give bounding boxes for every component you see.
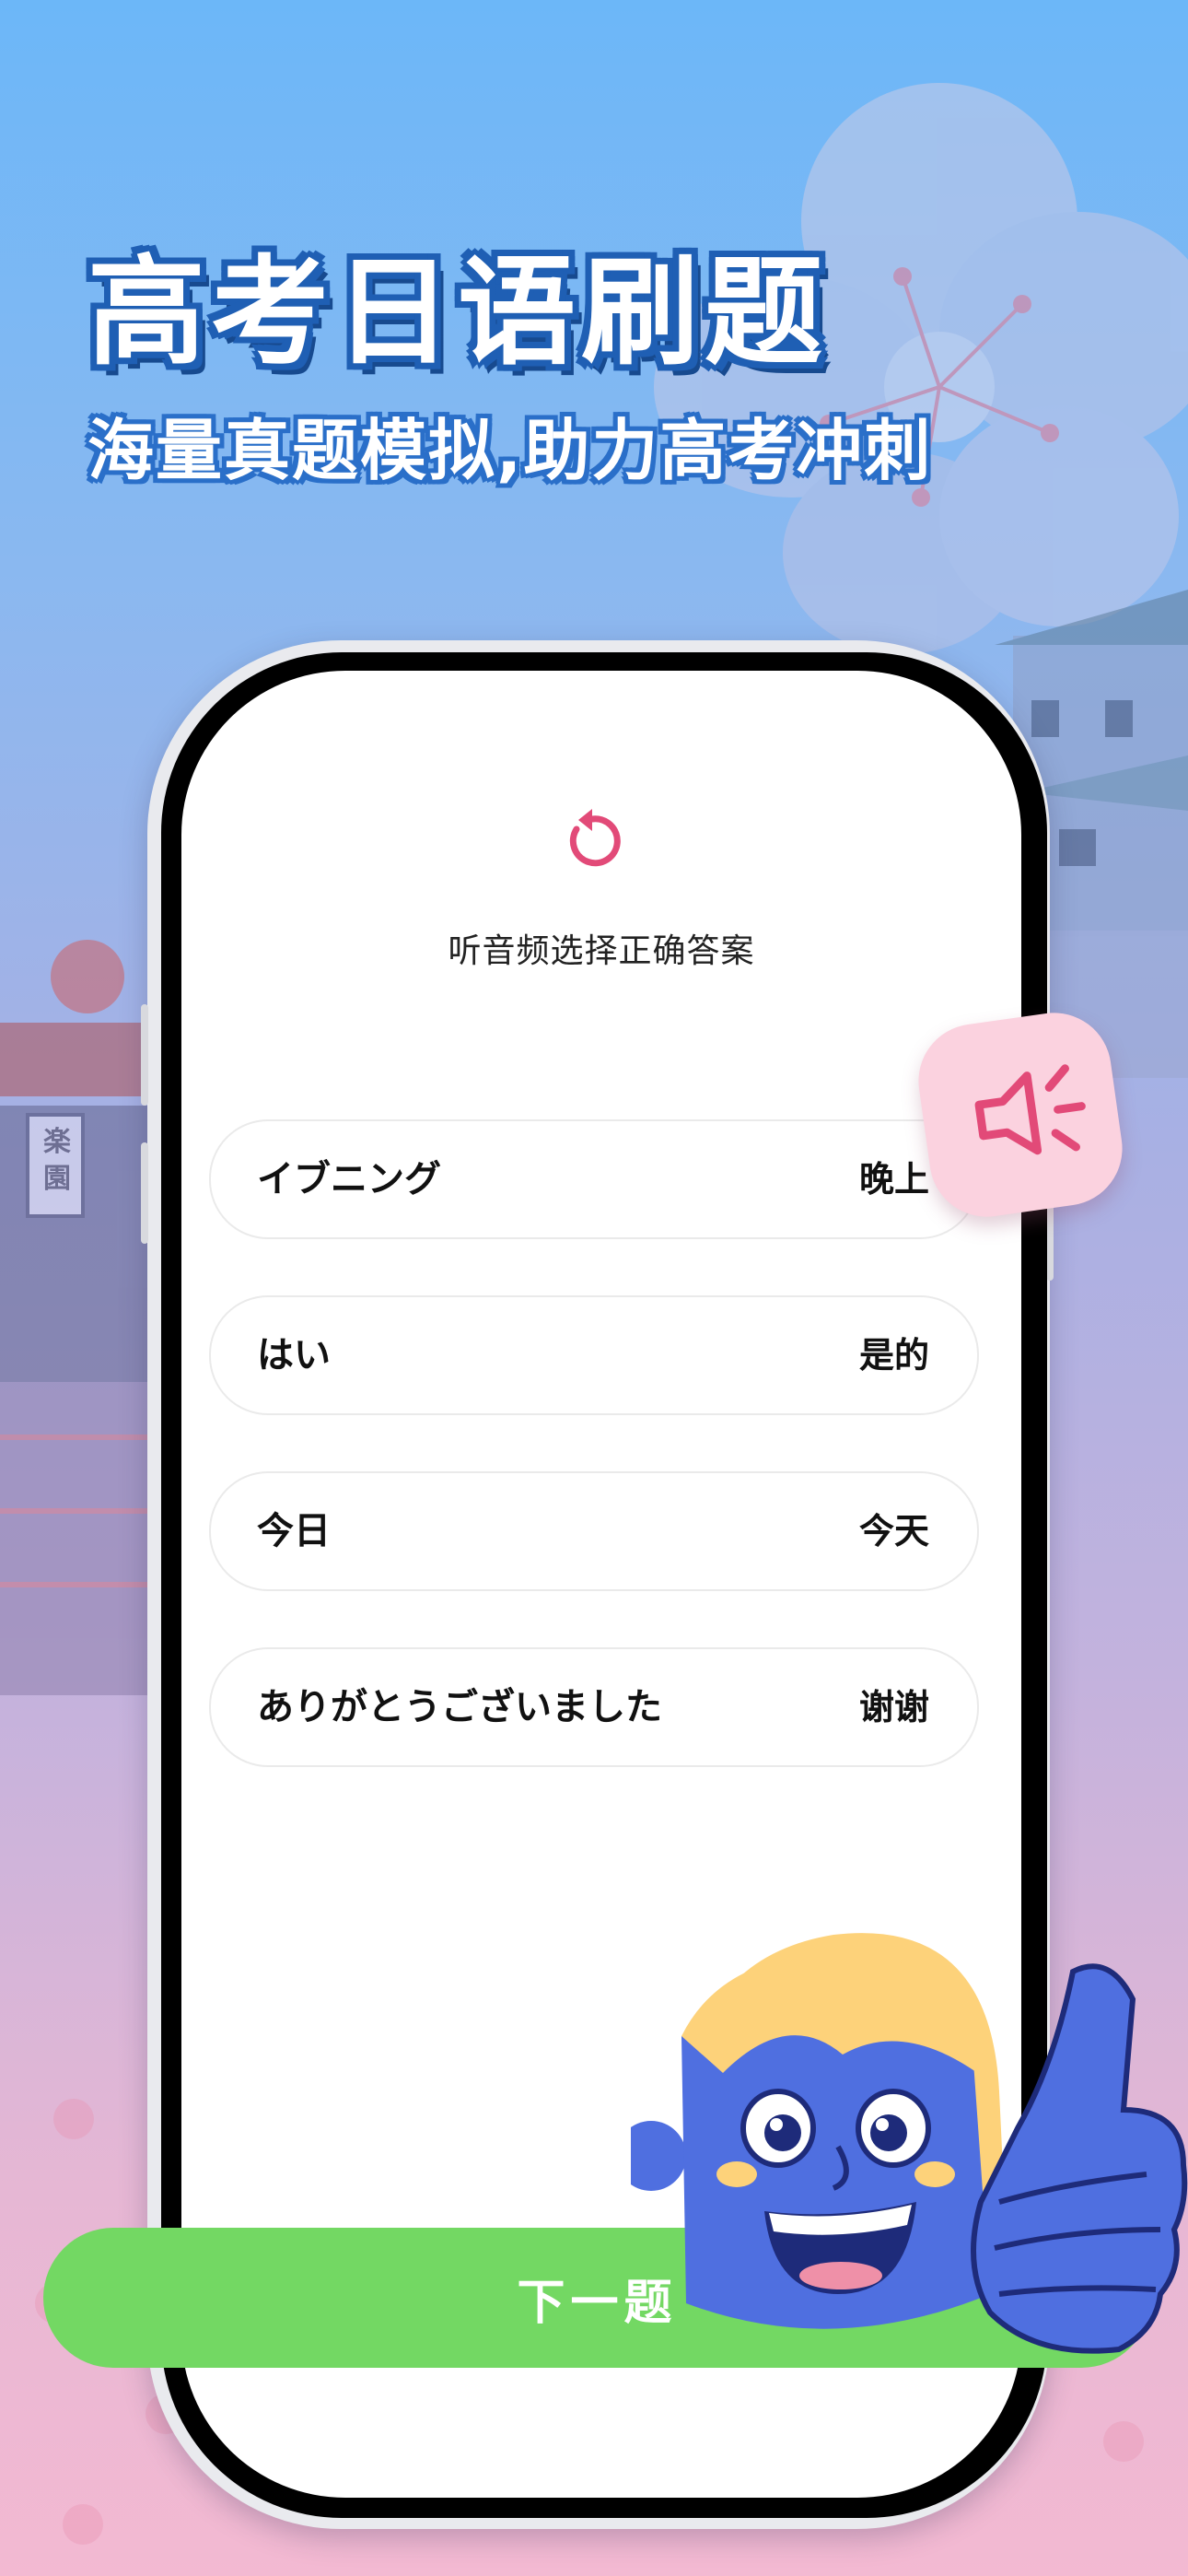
speaker-icon [974, 1064, 1086, 1155]
quiz-instruction: 听音频选择正确答案 [448, 932, 755, 970]
option-japanese: ありがとうございました [257, 1686, 662, 1728]
option-chinese: 今天 [858, 1511, 929, 1551]
speaker-button[interactable] [911, 1005, 1130, 1224]
option-chinese: 谢谢 [858, 1687, 929, 1727]
option-japanese: イブニング [257, 1158, 441, 1200]
replay-icon[interactable] [560, 809, 624, 873]
answer-option[interactable]: ありがとうございました 谢谢 [209, 1647, 979, 1767]
promo-subheadline: 海量真题模拟,助力高考冲刺 [87, 412, 933, 489]
option-japanese: はい [257, 1334, 331, 1376]
answer-option[interactable]: はい 是的 [209, 1295, 979, 1415]
option-chinese: 是的 [858, 1335, 929, 1376]
promo-headline: 高考日语刷题 [87, 244, 829, 381]
answer-option[interactable]: イブニング 晚上 [209, 1119, 979, 1239]
option-japanese: 今日 [257, 1510, 331, 1552]
option-chinese: 晚上 [858, 1159, 929, 1200]
phone-side-button [141, 1142, 148, 1244]
shrine-sign: 楽園 [43, 1126, 71, 1195]
mascot-illustration [631, 1933, 1188, 2354]
phone-side-button [141, 1004, 148, 1106]
answer-option[interactable]: 今日 今天 [209, 1471, 979, 1591]
